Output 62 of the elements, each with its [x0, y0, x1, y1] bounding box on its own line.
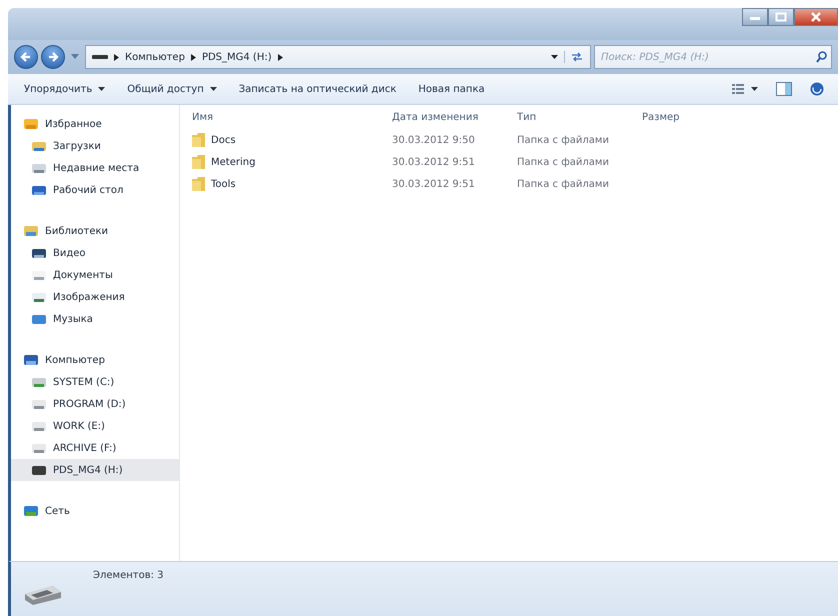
sidebar-item[interactable]: ARCHIVE (F:) [11, 437, 179, 459]
breadcrumb[interactable]: PDS_MG4 (H:) [202, 52, 272, 62]
file-name[interactable]: Metering [211, 156, 256, 168]
toolbar-button[interactable]: Общий доступ [117, 80, 227, 98]
sidebar-item[interactable]: PROGRAM (D:) [11, 393, 179, 415]
forward-button[interactable] [41, 45, 65, 69]
close-icon [810, 12, 822, 22]
arrow-left-icon [20, 51, 32, 63]
sidebar-item[interactable]: Рабочий стол [11, 179, 179, 201]
sidebar-item[interactable]: Документы [11, 264, 179, 286]
column-header[interactable]: Размер [642, 112, 722, 122]
history-caret-icon[interactable] [71, 54, 79, 60]
toolbar-button[interactable]: Упорядочить [14, 80, 116, 98]
back-button[interactable] [14, 45, 38, 69]
list-view-icon [732, 84, 758, 94]
table-cell-text: 30.03.2012 9:50 [392, 134, 476, 146]
column-header[interactable]: Имя [192, 112, 392, 122]
refresh-icon[interactable] [564, 51, 584, 63]
file-name[interactable]: Tools [211, 178, 236, 190]
sidebar-item[interactable]: Библиотеки [11, 220, 179, 242]
sidebar-item[interactable]: PDS_MG4 (H:) [11, 459, 179, 481]
caret-icon [98, 87, 106, 91]
sidebar-item[interactable]: Компьютер [11, 349, 179, 371]
toolbar-button[interactable]: Записать на оптический диск [228, 80, 406, 98]
close-button[interactable] [794, 8, 838, 26]
sidebar-item[interactable]: Видео [11, 242, 179, 264]
sidebar-item[interactable]: Загрузки [11, 135, 179, 157]
column-header[interactable]: Тип [517, 112, 642, 122]
file-name[interactable]: Docs [211, 134, 236, 146]
sidebar-item[interactable]: WORK (E:) [11, 415, 179, 437]
folder-icon [192, 177, 205, 191]
chevron-icon [278, 54, 283, 60]
column-header[interactable]: Дата изменения [392, 112, 517, 122]
search-field[interactable]: Поиск: PDS_MG4 (H:) [594, 45, 832, 69]
table-cell-text: 30.03.2012 9:51 [392, 178, 476, 190]
maximize-icon [775, 12, 787, 22]
sidebar-item[interactable]: Избранное [11, 113, 179, 135]
caret-icon [210, 87, 217, 91]
arrow-right-icon [47, 51, 59, 63]
search-icon [816, 51, 827, 63]
toolbar-button[interactable]: Новая папка [408, 80, 495, 98]
table-cell-text: Папка с файлами [517, 156, 610, 168]
sidebar-item[interactable]: Сеть [11, 500, 179, 522]
minimize-button[interactable] [742, 8, 768, 26]
table-cell-text: Папка с файлами [517, 134, 610, 146]
dropdown-caret-icon[interactable] [551, 55, 558, 59]
folder-icon [192, 133, 205, 147]
breadcrumb[interactable]: Компьютер [125, 52, 185, 62]
chevron-icon [114, 54, 119, 60]
folder-icon [192, 155, 205, 169]
table-cell-text: Папка с файлами [517, 178, 610, 190]
sidebar-item[interactable]: Изображения [11, 286, 179, 308]
table-cell-text: 30.03.2012 9:51 [392, 156, 476, 168]
address-bar[interactable]: Компьютер PDS_MG4 (H:) [85, 45, 591, 69]
sidebar-item[interactable]: SYSTEM (C:) [11, 371, 179, 393]
item-count: Элементов: 3 [93, 570, 164, 581]
help-icon [810, 82, 824, 96]
sidebar-item[interactable]: Музыка [11, 308, 179, 330]
maximize-button[interactable] [768, 8, 794, 26]
chevron-icon [190, 54, 196, 60]
sidebar-item[interactable]: Недавние места [11, 157, 179, 179]
pane-icon [776, 82, 792, 96]
